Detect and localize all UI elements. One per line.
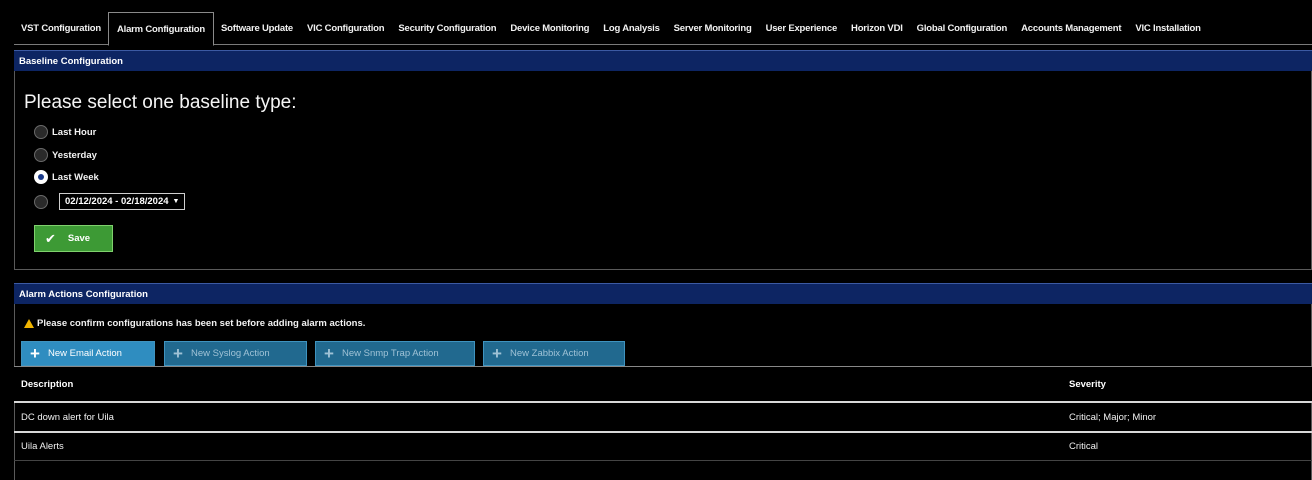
date-range-picker[interactable]: 02/12/2024 - 02/18/2024 ▼ <box>59 193 186 210</box>
baseline-option-last-week[interactable]: Last Week <box>34 170 99 184</box>
last-hour-radio[interactable] <box>34 125 48 139</box>
row-severity: Critical; Major; Minor <box>1069 411 1157 423</box>
tab-user-experience[interactable]: User Experience <box>759 12 844 45</box>
row-severity: Critical <box>1069 441 1099 452</box>
tab-vic-installation[interactable]: VIC Installation <box>1128 12 1207 45</box>
last-hour-label: Last Hour <box>52 126 97 138</box>
baseline-option-custom-range[interactable]: 02/12/2024 - 02/18/2024 ▼ <box>34 193 186 210</box>
tab-alarm-configuration[interactable]: Alarm Configuration <box>107 12 215 46</box>
tab-device-monitoring[interactable]: Device Monitoring <box>503 12 596 45</box>
new-email-action-button[interactable]: + New Email Action <box>21 341 155 366</box>
caret-down-icon: ▼ <box>172 198 180 205</box>
alarm-actions-warning: Please confirm configurations has been s… <box>24 318 365 329</box>
table-row[interactable]: Uila Alerts Critical <box>14 431 1312 461</box>
warning-icon <box>24 319 34 328</box>
new-snmp-trap-action-label: New Snmp Trap Action <box>342 348 439 359</box>
table-header: Description Severity <box>14 366 1312 401</box>
tab-accounts-management[interactable]: Accounts Management <box>1014 12 1128 45</box>
save-button[interactable]: ✔ Save <box>34 225 113 252</box>
plus-icon: + <box>30 343 40 363</box>
tab-vic-configuration[interactable]: VIC Configuration <box>300 12 391 45</box>
yesterday-radio[interactable] <box>34 148 48 162</box>
tab-global-configuration[interactable]: Global Configuration <box>910 12 1014 45</box>
tab-server-monitoring[interactable]: Server Monitoring <box>667 12 759 45</box>
checkmark-icon: ✔ <box>45 230 56 246</box>
top-tab-bar: VST Configuration Alarm Configuration So… <box>14 12 1312 46</box>
tab-horizon-vdi[interactable]: Horizon VDI <box>844 12 910 45</box>
tab-software-update[interactable]: Software Update <box>214 12 300 45</box>
date-range-value: 02/12/2024 - 02/18/2024 <box>65 196 169 207</box>
alarm-actions-panel-header: Alarm Actions Configuration <box>14 283 1312 304</box>
baseline-panel-header: Baseline Configuration <box>14 50 1312 71</box>
tab-log-analysis[interactable]: Log Analysis <box>596 12 666 45</box>
last-week-label: Last Week <box>52 171 99 183</box>
new-zabbix-action-label: New Zabbix Action <box>510 348 589 359</box>
baseline-option-last-hour[interactable]: Last Hour <box>34 125 96 139</box>
yesterday-label: Yesterday <box>52 149 97 161</box>
new-snmp-trap-action-button[interactable]: + New Snmp Trap Action <box>315 341 475 366</box>
column-header-description[interactable]: Description <box>14 379 1069 390</box>
baseline-option-yesterday[interactable]: Yesterday <box>34 148 97 162</box>
row-description: Uila Alerts <box>21 441 64 452</box>
plus-icon: + <box>492 343 502 363</box>
tab-security-configuration[interactable]: Security Configuration <box>391 12 503 45</box>
row-description: DC down alert for Uila <box>21 411 114 423</box>
new-syslog-action-button[interactable]: + New Syslog Action <box>164 341 307 366</box>
alarm-actions-table: Description Severity DC down alert for U… <box>14 366 1312 461</box>
custom-range-radio[interactable] <box>34 194 48 209</box>
new-syslog-action-label: New Syslog Action <box>191 348 270 359</box>
baseline-title: Please select one baseline type: <box>24 92 297 113</box>
save-label: Save <box>67 233 91 244</box>
plus-icon: + <box>173 343 183 363</box>
tab-vst-configuration[interactable]: VST Configuration <box>14 12 108 45</box>
table-row[interactable]: DC down alert for Uila Critical; Major; … <box>14 401 1312 431</box>
warning-text: Please confirm configurations has been s… <box>37 318 366 329</box>
new-email-action-label: New Email Action <box>48 348 122 359</box>
plus-icon: + <box>324 343 334 363</box>
last-week-radio[interactable] <box>34 170 48 184</box>
new-zabbix-action-button[interactable]: + New Zabbix Action <box>483 341 625 366</box>
column-header-severity[interactable]: Severity <box>1069 379 1106 390</box>
